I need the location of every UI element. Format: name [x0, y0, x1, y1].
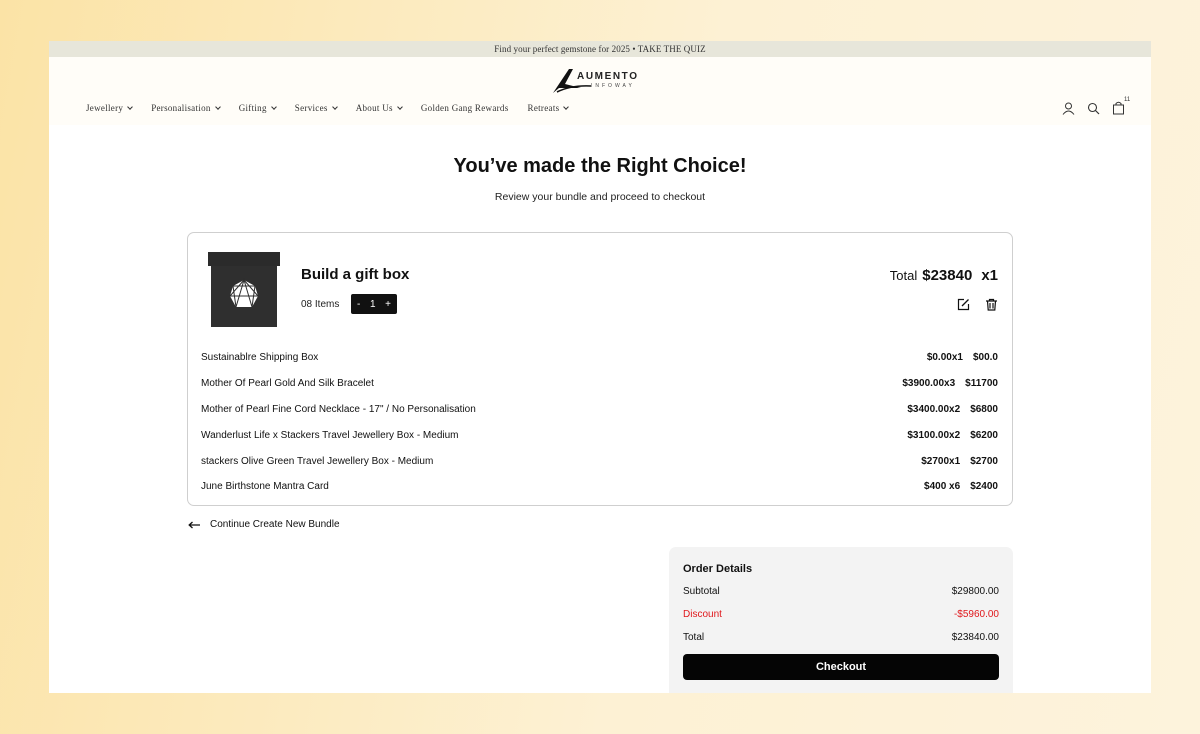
nav-item-label: Services: [294, 103, 328, 113]
nav-item-retreats[interactable]: Retreats: [527, 103, 570, 113]
chevron-down-icon: [331, 104, 338, 110]
item-name: Mother Of Pearl Gold And Silk Bracelet: [201, 378, 374, 390]
bundle-actions: [956, 297, 998, 311]
nav-item-services[interactable]: Services: [294, 103, 338, 113]
item-unit-price: $3100.00x2: [907, 429, 961, 441]
site-header: AUMENTO INFOWAY Jewellery Personalisation…: [49, 57, 1151, 125]
trash-icon[interactable]: [984, 297, 998, 311]
quantity-value: 1: [369, 298, 376, 310]
item-line-total: $2400: [970, 481, 998, 493]
item-line-total: $6800: [970, 403, 998, 415]
checkout-button[interactable]: Checkout: [683, 654, 999, 680]
nav-item-jewellery[interactable]: Jewellery: [86, 103, 134, 113]
search-icon[interactable]: [1086, 101, 1100, 115]
bundle-item-row: Wanderlust Life x Stackers Travel Jewell…: [201, 422, 998, 448]
bundle-items-count: 08 Items: [301, 299, 340, 310]
bundle-item-row: Sustainablre Shipping Box $0.00x1 $00.0: [201, 345, 998, 371]
item-prices: $3100.00x2 $6200: [907, 430, 998, 441]
nav-item-personalisation[interactable]: Personalisation: [151, 103, 221, 113]
increment-button[interactable]: +: [385, 299, 391, 310]
nav-item-label: About Us: [355, 103, 393, 113]
bundle-item-row: stackers Olive Green Travel Jewellery Bo…: [201, 448, 998, 474]
decrement-button[interactable]: -: [357, 299, 360, 310]
bag-icon[interactable]: 11: [1111, 97, 1130, 115]
order-title: Order Details: [683, 563, 753, 575]
total-row: Total $23840.00: [683, 632, 999, 643]
nav-item-golden-gang-rewards[interactable]: Golden Gang Rewards: [421, 103, 509, 113]
order-details: Order Details Subtotal $29800.00 Discoun…: [669, 547, 1013, 693]
chevron-down-icon: [397, 104, 403, 110]
header-icons: 11: [1061, 97, 1130, 115]
total-label: Total: [889, 268, 918, 283]
discount-row: Discount -$5960.00: [683, 609, 999, 620]
nav-item-label: Gifting: [238, 103, 267, 113]
chevron-down-icon: [270, 104, 277, 110]
continue-label: Continue Create New Bundle: [210, 519, 340, 530]
user-icon[interactable]: [1061, 101, 1075, 115]
item-unit-price: $2700x1: [921, 455, 961, 467]
page-title: You’ve made the Right Choice!: [453, 155, 747, 177]
order-total-value: $23840.00: [951, 632, 999, 643]
total-qty: x1: [981, 267, 998, 284]
nav-item-about-us[interactable]: About Us: [355, 103, 403, 113]
bundle-item-row: June Birthstone Mantra Card $400 x6 $2400: [201, 474, 998, 500]
gift-box-image: [208, 252, 280, 327]
bundle-total: Total $23840 x1: [890, 267, 998, 284]
nav-item-label: Personalisation: [151, 103, 211, 113]
item-name: Wanderlust Life x Stackers Travel Jewell…: [201, 429, 459, 441]
bundle-items: Sustainablre Shipping Box $0.00x1 $00.0 Mot…: [201, 345, 998, 500]
item-prices: $0.00x1 $00.0: [927, 352, 998, 363]
discount-value: -$5960.00: [953, 609, 999, 620]
item-unit-price: $3900.00x3: [902, 378, 956, 390]
discount-label: Discount: [683, 609, 722, 620]
item-prices: $3900.00x3 $11700: [902, 378, 998, 389]
storefront-page: Find your perfect gemstone for 2025 • TA…: [49, 41, 1151, 693]
arrow-left-icon: [188, 521, 200, 528]
bundle-card: Build a gift box 08 Items - 1 + Total $2…: [187, 232, 1013, 506]
main-nav: Jewellery Personalisation Gifting Services A…: [86, 103, 587, 113]
nav-item-label: Retreats: [527, 103, 560, 113]
nav-item-label: Jewellery: [86, 103, 124, 113]
edit-icon[interactable]: [956, 297, 970, 311]
chevron-down-icon: [563, 104, 570, 110]
subtotal-label: Subtotal: [683, 586, 720, 597]
quantity-stepper[interactable]: - 1 +: [351, 294, 397, 314]
chevron-down-icon: [127, 104, 134, 110]
page-subtitle: Review your bundle and proceed to checko…: [494, 191, 706, 203]
nav-item-label: Golden Gang Rewards: [420, 103, 509, 113]
item-prices: $400 x6 $2400: [924, 481, 998, 492]
item-name: stackers Olive Green Travel Jewellery Bo…: [201, 455, 434, 467]
total-amount: $23840: [922, 267, 973, 284]
item-prices: $3400.00x2 $6800: [907, 404, 998, 415]
item-line-total: $11700: [965, 378, 998, 390]
item-line-total: $2700: [970, 455, 998, 467]
announcement-bar[interactable]: Find your perfect gemstone for 2025 • TA…: [49, 41, 1151, 57]
item-line-total: $6200: [970, 429, 998, 441]
item-unit-price: $3400.00x2: [907, 403, 961, 415]
item-prices: $2700x1 $2700: [921, 456, 998, 467]
item-unit-price: $400 x6: [924, 481, 961, 493]
item-line-total: $00.0: [972, 352, 998, 364]
bundle-item-row: Mother of Pearl Fine Cord Necklace - 17"…: [201, 397, 998, 423]
item-name: Sustainablre Shipping Box: [201, 352, 319, 364]
continue-bundle-link[interactable]: Continue Create New Bundle: [188, 519, 340, 530]
item-name: Mother of Pearl Fine Cord Necklace - 17"…: [201, 403, 476, 415]
item-unit-price: $0.00x1: [926, 352, 963, 364]
brand-logo[interactable]: AUMENTO INFOWAY: [551, 66, 649, 96]
cart-count: 11: [1124, 97, 1131, 103]
brand-sub: INFOWAY: [591, 83, 635, 89]
chevron-down-icon: [214, 104, 221, 110]
bundle-title: Build a gift box: [301, 266, 410, 283]
bundle-review: You’ve made the Right Choice! Review you…: [49, 125, 1151, 693]
subtotal-row: Subtotal $29800.00: [683, 586, 999, 597]
announcement-text[interactable]: Find your perfect gemstone for 2025 • TA…: [494, 44, 705, 54]
item-name: June Birthstone Mantra Card: [201, 481, 329, 493]
nav-item-gifting[interactable]: Gifting: [238, 103, 277, 113]
brand-name: AUMENTO: [577, 71, 639, 82]
bundle-item-row: Mother Of Pearl Gold And Silk Bracelet $3…: [201, 371, 998, 397]
subtotal-value: $29800.00: [951, 586, 999, 597]
order-total-label: Total: [683, 632, 705, 643]
